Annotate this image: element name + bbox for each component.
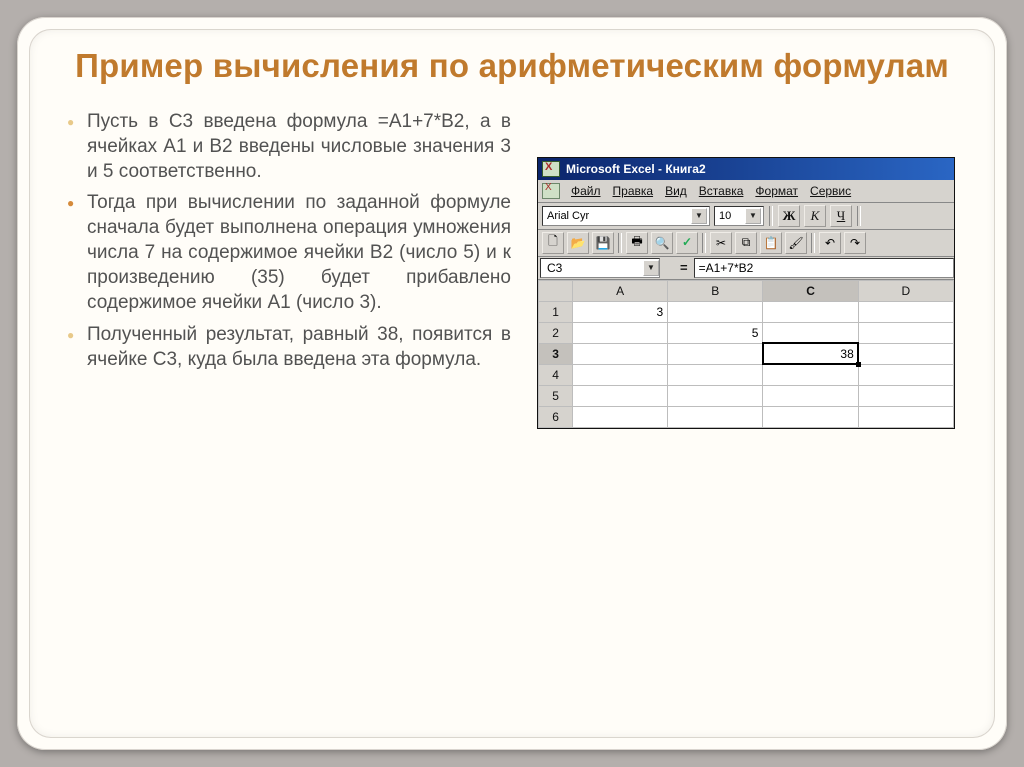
formula-bar: C3 ▼ = =A1+7*B2 [538, 257, 954, 280]
formula-input[interactable]: =A1+7*B2 [694, 258, 954, 278]
font-name-select[interactable]: Arial Cyr ▼ [542, 206, 710, 226]
cell-D3[interactable] [858, 343, 953, 364]
cell-A6[interactable] [573, 406, 668, 427]
cell-D2[interactable] [858, 322, 953, 343]
paste-icon[interactable]: 📋 [760, 232, 782, 254]
menu-insert[interactable]: Вставка [694, 182, 749, 200]
cut-icon[interactable]: ✂ [710, 232, 732, 254]
print-icon[interactable]: 🖶 [626, 232, 648, 254]
row-header-4[interactable]: 4 [539, 364, 573, 385]
menu-view[interactable]: Вид [660, 182, 692, 200]
cell-B3[interactable] [668, 343, 763, 364]
cell-C6[interactable] [763, 406, 858, 427]
cell-A1[interactable]: 3 [573, 301, 668, 322]
cell-D4[interactable] [858, 364, 953, 385]
underline-button[interactable]: Ч [830, 205, 852, 227]
cell-A4[interactable] [573, 364, 668, 385]
menu-tools[interactable]: Сервис [805, 182, 856, 200]
content-columns: Пусть в С3 введена формула =А1+7*В2, а в… [65, 109, 959, 429]
bullet-item: Полученный результат, равный 38, появитс… [65, 322, 511, 372]
toolbar-separator [857, 206, 861, 226]
cell-C5[interactable] [763, 385, 858, 406]
menu-edit[interactable]: Правка [608, 182, 659, 200]
col-header-B[interactable]: B [668, 280, 763, 301]
cell-B5[interactable] [668, 385, 763, 406]
row-header-6[interactable]: 6 [539, 406, 573, 427]
bullet-item: Пусть в С3 введена формула =А1+7*В2, а в… [65, 109, 511, 184]
spreadsheet-grid: A B C D 1 3 [538, 280, 954, 428]
new-file-icon[interactable]: 🗋 [542, 232, 564, 254]
chevron-down-icon[interactable]: ▼ [643, 260, 659, 276]
excel-icon [542, 161, 560, 177]
bullet-item: Тогда при вычислении по заданной формуле… [65, 190, 511, 315]
cell-A5[interactable] [573, 385, 668, 406]
excel-menubar: Файл Правка Вид Вставка Формат Сервис [538, 180, 954, 203]
spellcheck-icon[interactable]: ✓ [676, 232, 698, 254]
menu-file[interactable]: Файл [566, 182, 606, 200]
slide-frame: Пример вычисления по арифметическим форм… [17, 17, 1007, 750]
toolbar-separator [769, 206, 773, 226]
cell-D5[interactable] [858, 385, 953, 406]
format-painter-icon[interactable]: 🖌 [785, 232, 807, 254]
col-header-C[interactable]: C [763, 280, 858, 301]
name-box[interactable]: C3 ▼ [540, 258, 660, 278]
excel-window: Microsoft Excel - Книга2 Файл Правка Вид… [537, 157, 955, 429]
cell-A2[interactable] [573, 322, 668, 343]
excel-doc-icon [542, 183, 560, 199]
row-header-1[interactable]: 1 [539, 301, 573, 322]
col-header-A[interactable]: A [573, 280, 668, 301]
row-header-3[interactable]: 3 [539, 343, 573, 364]
formula-value: =A1+7*B2 [699, 261, 754, 275]
cell-A3[interactable] [573, 343, 668, 364]
toolbar-separator [702, 233, 706, 253]
name-box-value: C3 [547, 261, 562, 275]
bullet-list: Пусть в С3 введена формула =А1+7*В2, а в… [65, 109, 511, 372]
cell-B2[interactable]: 5 [668, 322, 763, 343]
bold-button[interactable]: Ж [778, 205, 800, 227]
select-all-corner[interactable] [539, 280, 573, 301]
italic-button[interactable]: К [804, 205, 826, 227]
row-header-5[interactable]: 5 [539, 385, 573, 406]
cell-D6[interactable] [858, 406, 953, 427]
chevron-down-icon[interactable]: ▼ [745, 208, 761, 224]
redo-icon[interactable]: ↷ [844, 232, 866, 254]
toolbar-separator [811, 233, 815, 253]
cell-B6[interactable] [668, 406, 763, 427]
font-name-value: Arial Cyr [547, 210, 589, 222]
preview-icon[interactable]: 🔍 [651, 232, 673, 254]
row-header-2[interactable]: 2 [539, 322, 573, 343]
open-file-icon[interactable]: 📂 [567, 232, 589, 254]
excel-column: Microsoft Excel - Книга2 Файл Правка Вид… [537, 109, 955, 429]
font-size-value: 10 [719, 210, 731, 222]
toolbar-separator [618, 233, 622, 253]
excel-window-title: Microsoft Excel - Книга2 [566, 162, 706, 176]
slide-title: Пример вычисления по арифметическим форм… [65, 47, 959, 85]
cell-C1[interactable] [763, 301, 858, 322]
equals-zone: = =A1+7*B2 [662, 258, 954, 278]
copy-icon[interactable]: ⧉ [735, 232, 757, 254]
equals-sign: = [680, 260, 688, 275]
slide-content: Пример вычисления по арифметическим форм… [29, 29, 995, 738]
excel-titlebar: Microsoft Excel - Книга2 [538, 158, 954, 180]
col-header-D[interactable]: D [858, 280, 953, 301]
sheet-table: A B C D 1 3 [538, 280, 954, 428]
font-toolbar: Arial Cyr ▼ 10 ▼ Ж К Ч [538, 203, 954, 230]
menu-format[interactable]: Формат [750, 182, 803, 200]
save-icon[interactable]: 💾 [592, 232, 614, 254]
cell-B4[interactable] [668, 364, 763, 385]
font-size-select[interactable]: 10 ▼ [714, 206, 764, 226]
cell-C4[interactable] [763, 364, 858, 385]
text-column: Пусть в С3 введена формула =А1+7*В2, а в… [65, 109, 511, 378]
undo-icon[interactable]: ↶ [819, 232, 841, 254]
standard-toolbar: 🗋 📂 💾 🖶 🔍 ✓ ✂ ⧉ 📋 🖌 ↶ [538, 230, 954, 257]
cell-D1[interactable] [858, 301, 953, 322]
cell-C3[interactable]: 38 [763, 343, 858, 364]
chevron-down-icon[interactable]: ▼ [691, 208, 707, 224]
cell-B1[interactable] [668, 301, 763, 322]
cell-C2[interactable] [763, 322, 858, 343]
